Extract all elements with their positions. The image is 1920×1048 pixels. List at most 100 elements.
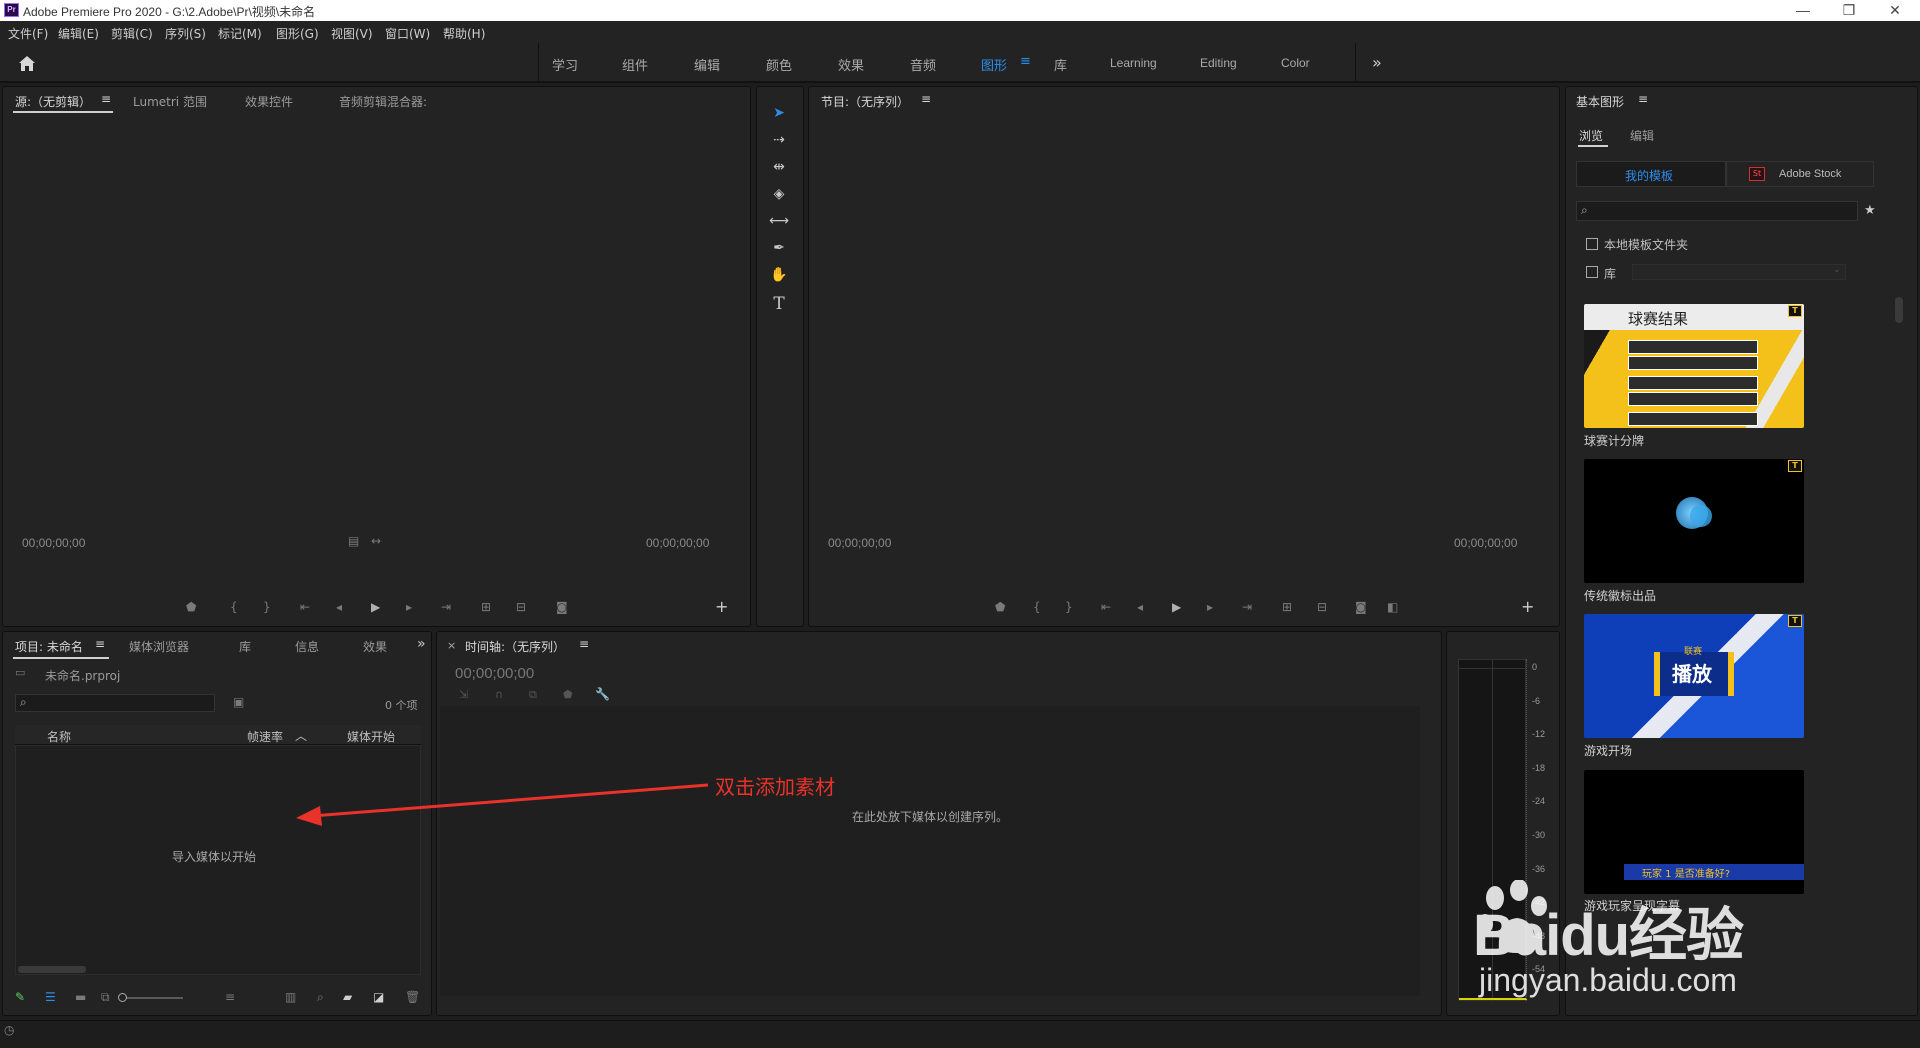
home-icon[interactable] — [18, 55, 36, 72]
workspace-libraries[interactable]: 库 — [1054, 55, 1067, 74]
overwrite-icon[interactable]: ⊟ — [516, 600, 526, 614]
wrench-icon[interactable]: 🔧 — [595, 687, 610, 701]
favorites-star-icon[interactable]: ★ — [1864, 203, 1876, 218]
timeline-menu-icon[interactable]: ≡ — [579, 637, 589, 651]
library-checkbox[interactable] — [1586, 266, 1598, 278]
sort-ascending-icon[interactable]: ︿ — [295, 727, 307, 744]
project-menu-icon[interactable]: ≡ — [95, 637, 105, 651]
graphics-scrollbar[interactable] — [1895, 297, 1903, 323]
panel-overflow-icon[interactable]: » — [417, 636, 426, 652]
export-frame-icon[interactable]: ◙ — [556, 600, 568, 614]
menu-clip[interactable]: 剪辑(C) — [111, 25, 153, 42]
workspace-graphics[interactable]: 图形 — [981, 55, 1007, 74]
program-play-icon[interactable]: ▶ — [1172, 600, 1181, 614]
add-button-icon[interactable]: + — [715, 597, 728, 616]
timeline-marker-icon[interactable]: ⬟ — [563, 688, 573, 701]
pen-tool-icon[interactable]: ✒ — [766, 240, 792, 262]
menu-view[interactable]: 视图(V) — [331, 25, 373, 42]
hand-tool-icon[interactable]: ✋ — [766, 267, 792, 289]
program-add-button-icon[interactable]: + — [1521, 597, 1534, 616]
go-to-in-icon[interactable]: ⇤ — [300, 600, 310, 614]
template-thumbnail-logo[interactable] — [1584, 459, 1804, 583]
tab-project[interactable]: 项目: 未命名 — [15, 638, 83, 655]
timeline-track-area[interactable]: 在此处放下媒体以创建序列。 — [440, 706, 1420, 996]
automate-to-sequence-icon[interactable]: ▥ — [285, 990, 296, 1004]
workspace-assembly[interactable]: 组件 — [622, 55, 648, 74]
minimize-button[interactable]: — — [1780, 1, 1826, 20]
column-media-start[interactable]: 媒体开始 — [347, 728, 395, 745]
workspace-editing[interactable]: 编辑 — [694, 55, 720, 74]
timeline-timecode[interactable]: 00;00;00;00 — [455, 665, 534, 682]
graphics-search-input[interactable]: ⌕ — [1576, 201, 1858, 221]
tab-source[interactable]: 源:（无剪辑） — [15, 93, 91, 110]
fit-icon[interactable]: ↔ — [371, 534, 381, 548]
adobe-stock-tab[interactable]: St Adobe Stock — [1726, 161, 1874, 187]
add-marker-icon[interactable]: ⬟ — [186, 600, 196, 614]
column-name[interactable]: 名称 — [47, 728, 71, 745]
step-back-icon[interactable]: ◂ — [336, 600, 342, 614]
zoom-slider-handle[interactable] — [118, 993, 127, 1002]
tab-libraries[interactable]: 库 — [239, 638, 251, 655]
mark-out-icon[interactable]: } — [263, 600, 271, 614]
tab-effects[interactable]: 效果 — [363, 638, 387, 655]
program-menu-icon[interactable]: ≡ — [921, 92, 931, 106]
workspace-learning-en[interactable]: Learning — [1110, 56, 1157, 70]
menu-graphics[interactable]: 图形(G) — [276, 25, 319, 42]
workspace-effects[interactable]: 效果 — [838, 55, 864, 74]
step-forward-icon[interactable]: ▸ — [406, 600, 412, 614]
program-export-frame-icon[interactable]: ◙ — [1355, 600, 1367, 614]
tab-browse[interactable]: 浏览 — [1579, 127, 1603, 144]
freeform-view-icon[interactable]: ⧉ — [101, 990, 110, 1005]
template-thumbnail-scoreboard[interactable]: 球赛结果 — [1584, 304, 1804, 428]
write-protect-icon[interactable]: ✎ — [15, 990, 25, 1004]
tab-edit[interactable]: 编辑 — [1630, 127, 1654, 144]
sort-icons-icon[interactable]: ≡ — [225, 990, 235, 1004]
column-frame-rate[interactable]: 帧速率 — [247, 728, 283, 745]
library-dropdown[interactable]: ⌄ — [1632, 264, 1846, 280]
new-bin-icon[interactable]: ▰ — [343, 990, 352, 1004]
tab-info[interactable]: 信息 — [295, 638, 319, 655]
zoom-slider[interactable] — [119, 997, 183, 999]
play-icon[interactable]: ▶ — [371, 600, 380, 614]
program-add-marker-icon[interactable]: ⬟ — [995, 600, 1005, 614]
menu-marker[interactable]: 标记(M) — [218, 25, 262, 42]
nest-icon[interactable]: ⇲ — [459, 688, 468, 701]
drop-frame-icon[interactable]: ▤ — [348, 534, 359, 548]
slip-tool-icon[interactable]: ⟷ — [766, 213, 792, 235]
comparison-view-icon[interactable]: ◧ — [1387, 600, 1398, 614]
menu-help[interactable]: 帮助(H) — [443, 25, 485, 42]
clear-icon[interactable]: 🗑 — [405, 990, 420, 1004]
workspace-graphics-menu-icon[interactable]: ≡ — [1020, 54, 1031, 69]
selection-tool-icon[interactable]: ➤ — [766, 105, 792, 127]
menu-edit[interactable]: 编辑(E) — [58, 25, 99, 42]
list-view-icon[interactable]: ☰ — [45, 990, 56, 1004]
track-select-tool-icon[interactable]: ⇢ — [766, 132, 792, 154]
program-title[interactable]: 节目:（无序列） — [821, 93, 909, 110]
project-search-input[interactable]: ⌕ — [15, 694, 215, 712]
tab-audio-clip-mixer[interactable]: 音频剪辑混合器: — [339, 93, 427, 110]
essential-graphics-menu-icon[interactable]: ≡ — [1638, 92, 1648, 106]
close-button[interactable]: ✕ — [1872, 1, 1918, 20]
insert-icon[interactable]: ⊞ — [481, 600, 491, 614]
menu-sequence[interactable]: 序列(S) — [165, 25, 206, 42]
program-go-to-out-icon[interactable]: ⇥ — [1242, 600, 1252, 614]
program-go-to-in-icon[interactable]: ⇤ — [1101, 600, 1111, 614]
workspace-color-en[interactable]: Color — [1281, 56, 1310, 70]
menu-window[interactable]: 窗口(W) — [385, 25, 430, 42]
type-tool-icon[interactable]: T — [766, 294, 792, 316]
search-bin-icon[interactable]: ▣ — [233, 695, 244, 709]
local-templates-checkbox[interactable] — [1586, 238, 1598, 250]
workspace-learn[interactable]: 学习 — [552, 55, 578, 74]
lift-icon[interactable]: ⊞ — [1282, 600, 1292, 614]
go-to-out-icon[interactable]: ⇥ — [441, 600, 451, 614]
program-step-back-icon[interactable]: ◂ — [1137, 600, 1143, 614]
workspace-editing-en[interactable]: Editing — [1200, 56, 1237, 70]
new-item-icon[interactable]: ◪ — [373, 990, 384, 1004]
template-thumbnail-player-caption[interactable]: 玩家 1 是否准备好? — [1584, 770, 1804, 894]
snap-icon[interactable]: ∩ — [495, 688, 503, 701]
workspace-audio[interactable]: 音频 — [910, 55, 936, 74]
tab-lumetri-scopes[interactable]: Lumetri 范围 — [133, 93, 207, 110]
linked-selection-icon[interactable]: ⧉ — [529, 688, 537, 702]
menu-file[interactable]: 文件(F) — [8, 25, 48, 42]
template-thumbnail-game-intro[interactable]: 联赛 播放 — [1584, 614, 1804, 738]
